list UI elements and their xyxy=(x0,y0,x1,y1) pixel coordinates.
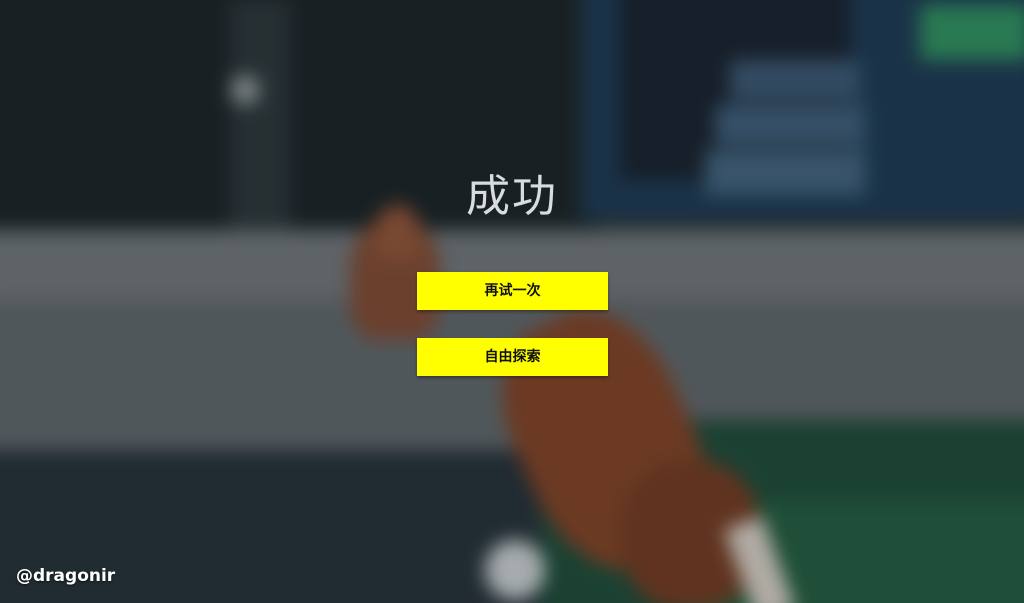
retry-button[interactable]: 再试一次 xyxy=(417,272,608,310)
game-viewport: 成功 再试一次 自由探索 @dragonir xyxy=(0,0,1024,603)
author-watermark: @dragonir xyxy=(16,566,116,586)
free-explore-button[interactable]: 自由探索 xyxy=(417,338,608,376)
success-title: 成功 xyxy=(466,171,558,222)
